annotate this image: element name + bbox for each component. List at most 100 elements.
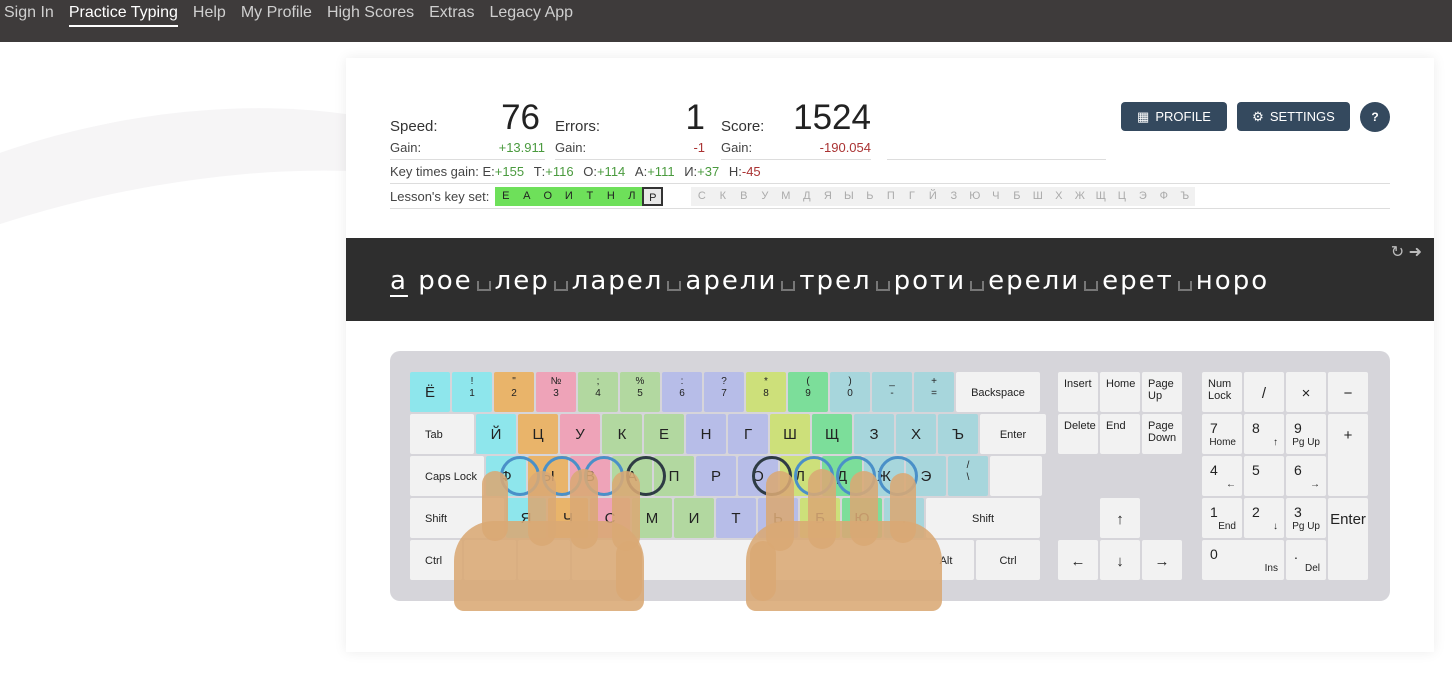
key-letter[interactable]: З (854, 414, 894, 454)
key-letter[interactable]: К (602, 414, 642, 454)
profile-button[interactable]: ▦ PROFILE (1121, 102, 1227, 131)
arrow-down-key[interactable]: ↓ (1100, 540, 1140, 580)
backslash-key[interactable]: / \ (948, 456, 988, 496)
space-marker (970, 281, 985, 291)
numpad-divide-key[interactable]: / (1244, 372, 1284, 412)
lesson-key-active: О (537, 186, 559, 206)
key-char: Ё (424, 384, 435, 401)
key-digit[interactable]: :6 (662, 372, 702, 412)
numpad-9-key[interactable]: 9 Pg Up (1286, 414, 1326, 454)
errors-gain-value: -1 (693, 140, 705, 155)
numlock-key[interactable]: Num Lock (1202, 372, 1242, 412)
key-digit: 4 (1210, 462, 1218, 478)
reset-icon[interactable]: ↻ (1391, 244, 1404, 261)
numpad-minus-key[interactable]: − (1328, 372, 1368, 412)
key-letter[interactable]: Ш (770, 414, 810, 454)
numpad-enter-key[interactable]: Enter (1328, 498, 1368, 580)
right-ctrl-key[interactable]: Ctrl (976, 540, 1040, 580)
key-letter[interactable]: И (674, 498, 714, 538)
next-icon[interactable]: ➜ (1409, 244, 1422, 261)
key-digit: 1 (1210, 504, 1218, 520)
key-letter[interactable]: Ц (518, 414, 558, 454)
key-letter[interactable]: Е (644, 414, 684, 454)
key-digit[interactable]: + = (914, 372, 954, 412)
typing-text-area[interactable]: ↻ ➜ а роe лер ларел арели трел роти ерели ерет н… (346, 238, 1434, 321)
settings-button[interactable]: ⚙ SETTINGS (1237, 102, 1350, 131)
space-marker (875, 281, 890, 291)
nav-help[interactable]: Help (193, 4, 226, 25)
numpad-multiply-key[interactable]: × (1286, 372, 1326, 412)
numpad-3-key[interactable]: 3 Pg Up (1286, 498, 1326, 538)
key-digit[interactable]: _ - (872, 372, 912, 412)
numpad-4-key[interactable]: 4 ← (1202, 456, 1242, 496)
key-digit[interactable]: № 3 (536, 372, 576, 412)
key-letter[interactable]: Т (716, 498, 756, 538)
tab-key[interactable]: Tab (410, 414, 474, 454)
key-label: Page Up (1148, 378, 1174, 402)
nav-practice-typing[interactable]: Practice Typing (68, 4, 178, 27)
nav-sign-in[interactable]: Sign In (4, 4, 54, 25)
enter-key-lower[interactable] (990, 456, 1042, 496)
key-letter[interactable]: У (560, 414, 600, 454)
key-digit[interactable]: ) 0 (830, 372, 870, 412)
arrow-right-key[interactable]: → (1142, 540, 1182, 580)
key-digit[interactable]: (9 (788, 372, 828, 412)
nav-legacy-app[interactable]: Legacy App (489, 4, 573, 25)
key-char: _ - (872, 376, 912, 400)
right-shift-key[interactable]: Shift (926, 498, 1040, 538)
key-digit[interactable]: * 8 (746, 372, 786, 412)
key-time-value: +116 (545, 164, 574, 179)
key-upper: " (512, 376, 516, 387)
numpad-6-key[interactable]: 6 → (1286, 456, 1326, 496)
key-letter[interactable]: Й (476, 414, 516, 454)
numpad-0-key[interactable]: 0 Ins (1202, 540, 1284, 580)
numpad-1-key[interactable]: 1 End (1202, 498, 1242, 538)
errors-gain-row: Gain: -1 (555, 140, 705, 160)
lesson-key-inactive: Ц (1111, 186, 1133, 206)
lesson-key-inactive: Б (1006, 186, 1028, 206)
numpad-7-key[interactable]: 7 Home (1202, 414, 1242, 454)
enter-key[interactable]: Enter (980, 414, 1046, 454)
key-digit[interactable]: % 5 (620, 372, 660, 412)
key-letter[interactable]: Ъ (938, 414, 978, 454)
key-letter[interactable]: Х (896, 414, 936, 454)
key-letter[interactable]: Н (686, 414, 726, 454)
key-label: Caps Lock (425, 471, 477, 483)
key-digit[interactable]: ; 4 (578, 372, 618, 412)
arrow-up-key[interactable]: ↑ (1100, 498, 1140, 538)
backspace-key[interactable]: Backspace (956, 372, 1040, 412)
caps-lock-key[interactable]: Caps Lock (410, 456, 484, 496)
key-end[interactable]: End (1100, 414, 1140, 454)
numpad-plus-key[interactable]: + (1328, 414, 1368, 496)
lesson-key-inactive: Х (1048, 186, 1070, 206)
key-letter[interactable]: Р (696, 456, 736, 496)
key-letter[interactable]: Г (728, 414, 768, 454)
key-insert[interactable]: Insert (1058, 372, 1098, 412)
key-letter[interactable]: Щ (812, 414, 852, 454)
help-button[interactable]: ? (1360, 102, 1390, 132)
key-times-gain: Key times gain: Е:+155 Т:+116 О:+114 А:+… (390, 164, 761, 179)
key-page-down[interactable]: Page Down (1142, 414, 1182, 454)
key-delete[interactable]: Delete (1058, 414, 1098, 454)
nav-my-profile[interactable]: My Profile (241, 4, 312, 25)
key-char: И (688, 510, 700, 527)
key-digit[interactable]: ! 1 (452, 372, 492, 412)
numpad-5-key[interactable]: 5 (1244, 456, 1284, 496)
key-label: Insert (1064, 378, 1092, 390)
nav-high-scores[interactable]: High Scores (327, 4, 414, 25)
text-word: ерели (988, 266, 1081, 296)
key-digit: 6 (1294, 462, 1302, 478)
numpad-8-key[interactable]: 8 ↑ (1244, 414, 1284, 454)
key-upper: + (931, 376, 937, 387)
numpad-2-key[interactable]: 2 ↓ (1244, 498, 1284, 538)
key-digit[interactable]: Ё (410, 372, 450, 412)
numpad-dot-key[interactable]: . Del (1286, 540, 1326, 580)
key-digit[interactable]: ? 7 (704, 372, 744, 412)
nav-extras[interactable]: Extras (429, 4, 474, 25)
key-home[interactable]: Home (1100, 372, 1140, 412)
key-label: Shift (971, 513, 994, 525)
key-lower: 8 (763, 388, 769, 399)
arrow-left-key[interactable]: ← (1058, 540, 1098, 580)
key-digit[interactable]: " 2 (494, 372, 534, 412)
key-page-up[interactable]: Page Up (1142, 372, 1182, 412)
